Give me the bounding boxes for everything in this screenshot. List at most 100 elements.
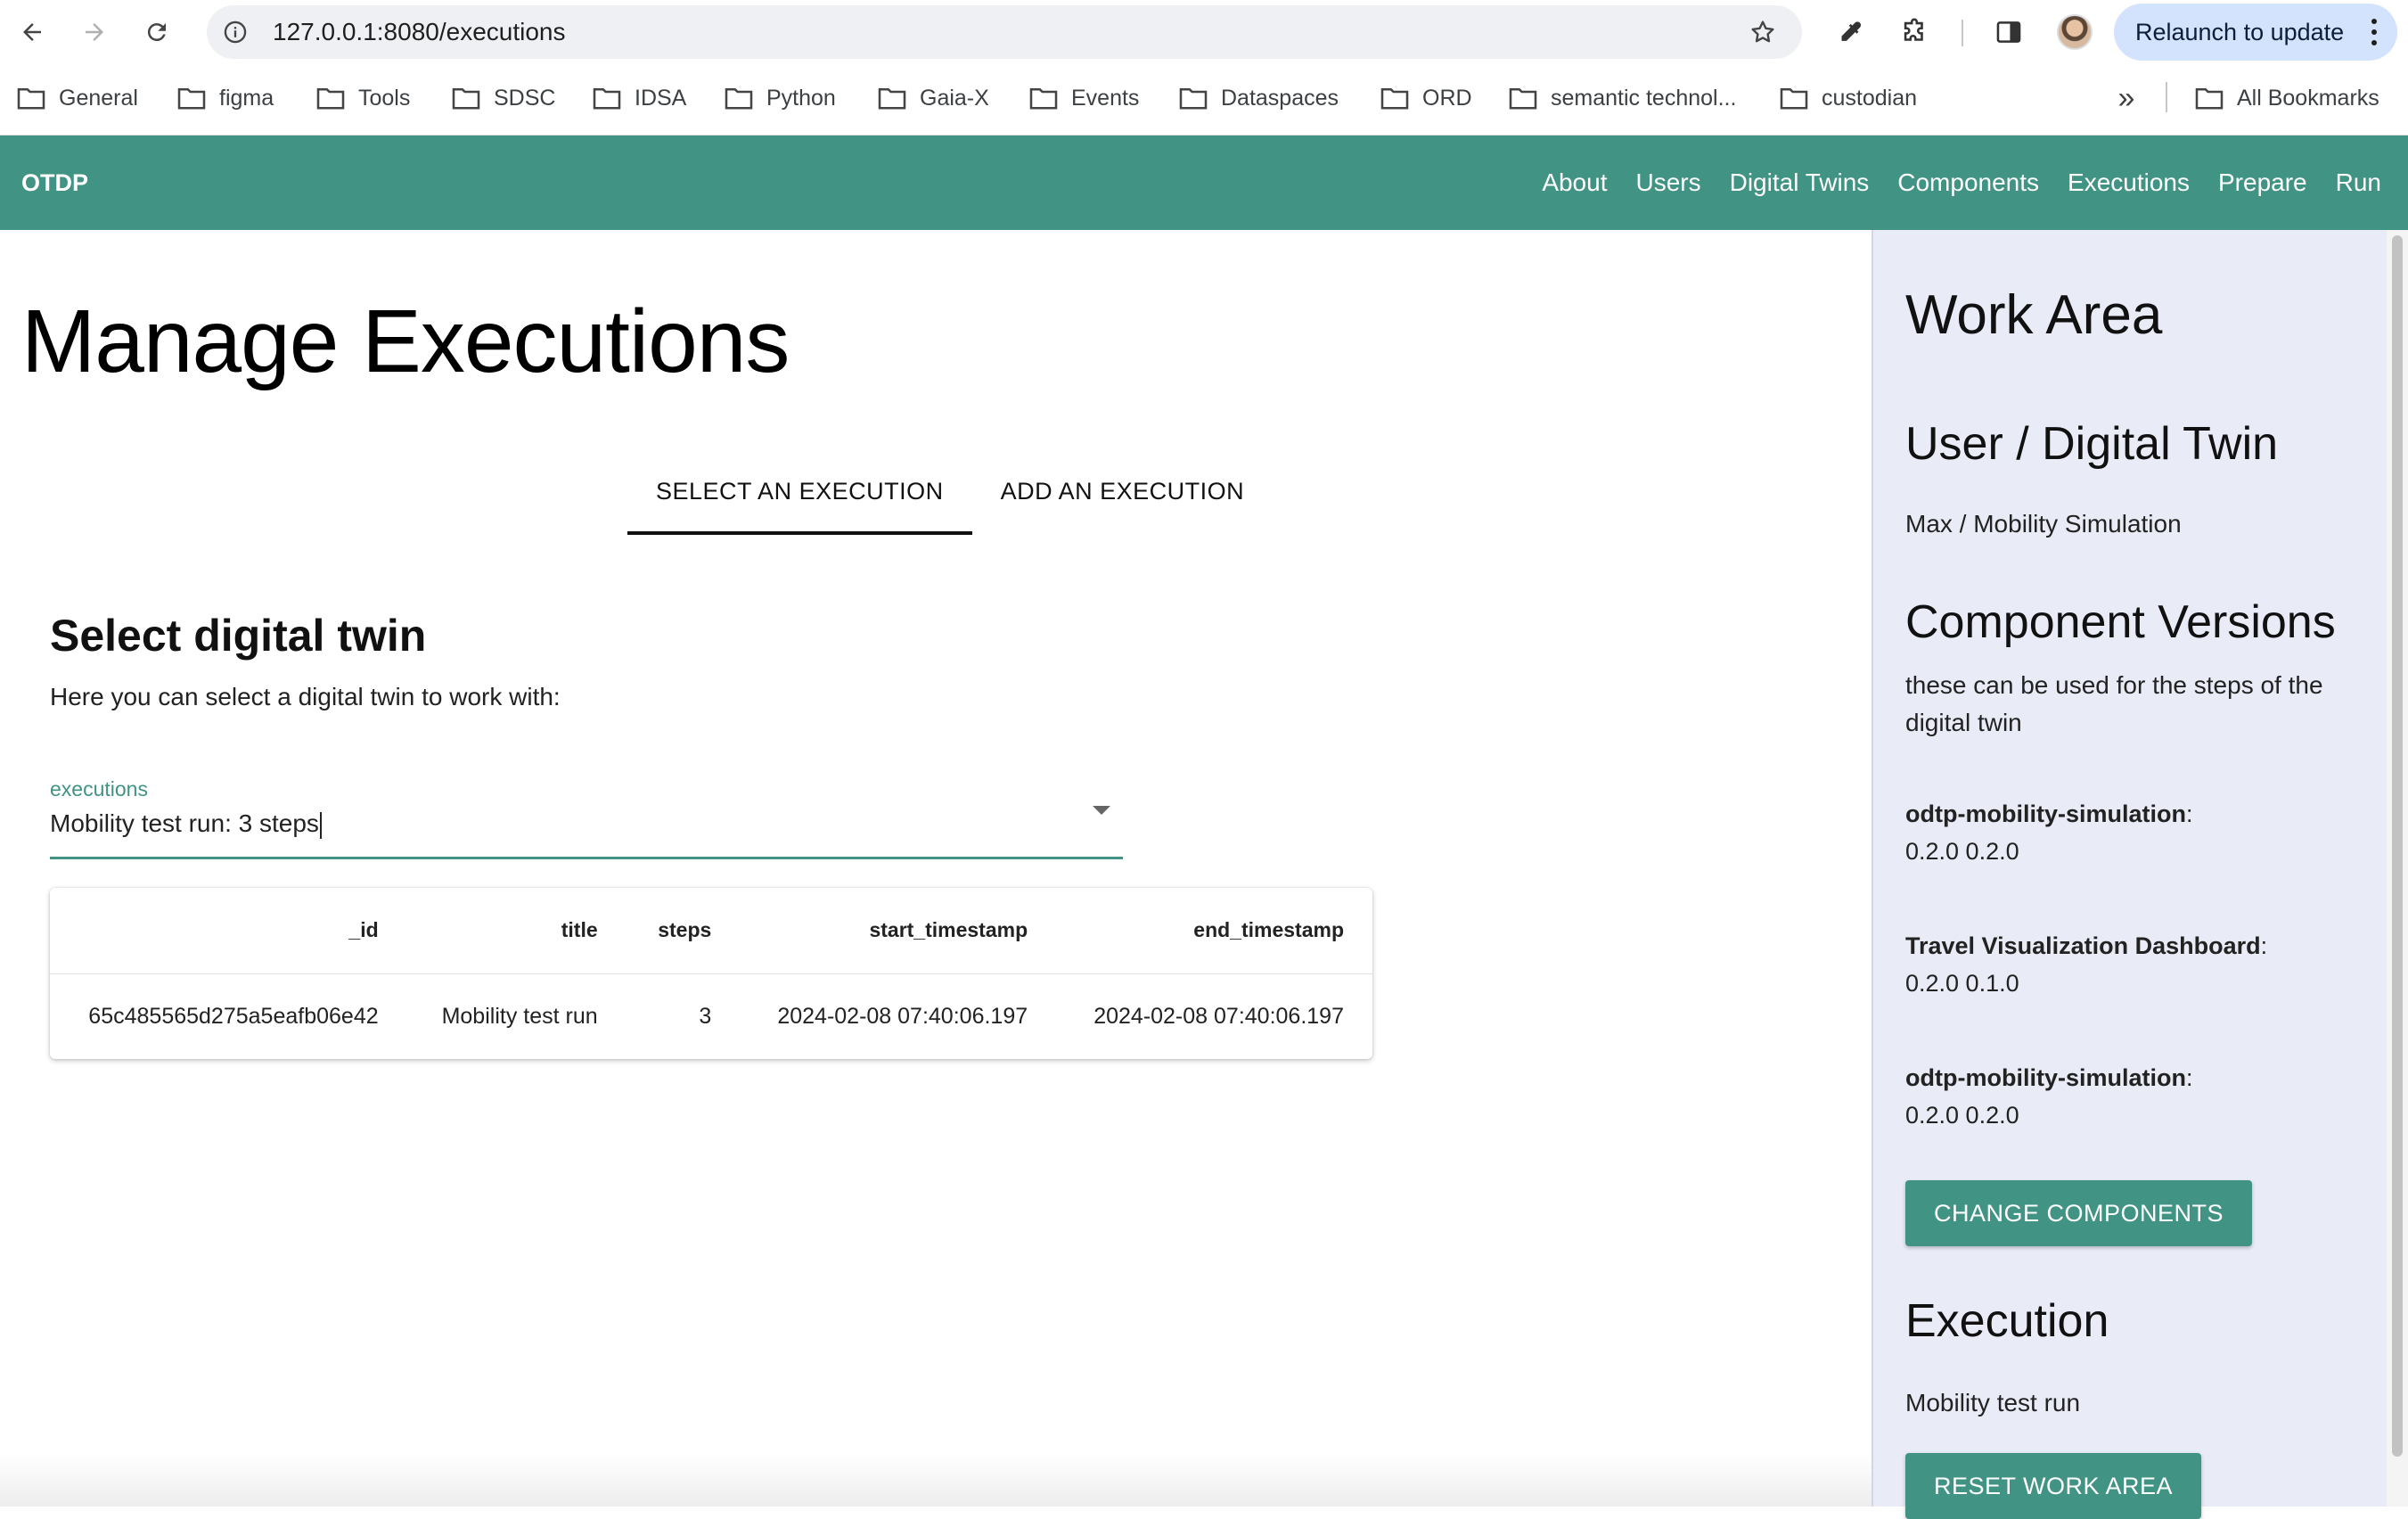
- bookmark-folder[interactable]: IDSA: [592, 64, 686, 132]
- side-panel-button[interactable]: [1991, 14, 2027, 50]
- folder-icon: [1780, 87, 1808, 110]
- address-bar[interactable]: 127.0.0.1:8080/executions: [207, 5, 1802, 59]
- side-panel-icon: [1996, 21, 2021, 43]
- change-components-button[interactable]: CHANGE COMPONENTS: [1905, 1180, 2253, 1246]
- nav-users[interactable]: Users: [1635, 168, 1700, 197]
- sidebar-scrollbar[interactable]: [2387, 230, 2408, 1507]
- component-version-item: odtp-mobility-simulation: 0.2.0 0.2.0: [1905, 1064, 2193, 1129]
- bookmark-folder[interactable]: Events: [1028, 64, 1139, 132]
- bookmark-label: Python: [766, 85, 836, 111]
- nav-run[interactable]: Run: [2336, 168, 2381, 197]
- nav-components[interactable]: Components: [1897, 168, 2039, 197]
- folder-icon: [316, 87, 345, 110]
- executions-select[interactable]: executions Mobility test run: 3 steps: [50, 765, 1123, 859]
- reset-work-area-button[interactable]: RESET WORK AREA: [1905, 1453, 2202, 1519]
- bookmark-label: Dataspaces: [1221, 85, 1339, 111]
- table-row[interactable]: 65c485565d275a5eafb06e42 Mobility test r…: [50, 973, 1372, 1059]
- folder-icon: [452, 87, 480, 110]
- folder-icon: [1179, 87, 1208, 110]
- component-versions: 0.2.0 0.2.0: [1905, 838, 2019, 865]
- user-twin-value: Max / Mobility Simulation: [1905, 510, 2182, 538]
- select-label: executions: [50, 777, 148, 801]
- component-versions-heading: Component Versions: [1905, 596, 2336, 648]
- nav-digital-twins[interactable]: Digital Twins: [1730, 168, 1870, 197]
- bookmark-folder[interactable]: General: [16, 64, 138, 132]
- user-twin-heading: User / Digital Twin: [1905, 418, 2279, 470]
- top-nav: About Users Digital Twins Components Exe…: [1513, 135, 2381, 230]
- bookmark-label: semantic technol...: [1551, 85, 1737, 111]
- brand-logo[interactable]: OTDP: [21, 135, 88, 230]
- nav-executions[interactable]: Executions: [2068, 168, 2190, 197]
- component-name: odtp-mobility-simulation: [1905, 801, 2186, 827]
- section-description: Here you can select a digital twin to wo…: [50, 683, 561, 710]
- more-bookmarks-chevron-icon[interactable]: »: [2109, 80, 2144, 116]
- main-content: Manage Executions SELECT AN EXECUTION AD…: [0, 230, 1872, 1507]
- bookmark-star-icon[interactable]: [1749, 18, 1777, 46]
- section-title: Select digital twin: [50, 611, 427, 661]
- bookmark-folder[interactable]: ORD: [1380, 64, 1472, 132]
- execution-tabs: SELECT AN EXECUTION ADD AN EXECUTION: [627, 453, 1274, 535]
- folder-icon: [593, 87, 621, 110]
- bookmark-folder[interactable]: custodian: [1779, 64, 1917, 132]
- table-header-row: _id title steps start_timestamp end_time…: [50, 888, 1372, 974]
- bookmark-folder[interactable]: semantic technol...: [1508, 64, 1736, 132]
- eyedropper-extension-button[interactable]: [1832, 14, 1868, 50]
- folder-icon: [17, 87, 45, 110]
- back-button[interactable]: [11, 11, 53, 53]
- column-header-steps[interactable]: steps: [626, 888, 741, 974]
- component-versions-description: these can be used for the steps of the d…: [1905, 671, 2323, 736]
- tab-select-execution[interactable]: SELECT AN EXECUTION: [627, 453, 972, 535]
- bookmark-label: Gaia-X: [920, 85, 989, 111]
- column-header-end-timestamp[interactable]: end_timestamp: [1056, 888, 1372, 974]
- sidebar-scrollbar-thumb[interactable]: [2392, 235, 2403, 1457]
- bookmark-label: General: [59, 85, 138, 111]
- bookmarks-bar: General figma Tools SDSC IDSA Python Gai…: [0, 64, 2408, 135]
- component-version-item: Travel Visualization Dashboard: 0.2.0 0.…: [1905, 932, 2268, 997]
- arrow-left-icon: [23, 23, 41, 41]
- site-info-icon[interactable]: [223, 20, 248, 45]
- bookmark-label: Events: [1071, 85, 1140, 111]
- profile-avatar[interactable]: [2057, 14, 2093, 50]
- bookmark-folder[interactable]: SDSC: [451, 64, 555, 132]
- bookmark-folder[interactable]: figma: [176, 64, 274, 132]
- browser-toolbar: 127.0.0.1:8080/executions Relaunch to up…: [0, 0, 2408, 64]
- toolbar-divider: [1962, 20, 1963, 46]
- bookmark-folder[interactable]: Dataspaces: [1178, 64, 1339, 132]
- reload-icon: [147, 23, 166, 42]
- forward-button[interactable]: [73, 11, 116, 53]
- relaunch-label: Relaunch to update: [2135, 18, 2345, 45]
- all-bookmarks-folder[interactable]: All Bookmarks: [2194, 64, 2379, 132]
- execution-heading: Execution: [1905, 1295, 2109, 1347]
- bookmark-label: All Bookmarks: [2237, 85, 2379, 111]
- bookmark-folder[interactable]: Tools: [315, 64, 410, 132]
- puzzle-icon: [1904, 18, 1923, 41]
- bookmark-folder[interactable]: Python: [724, 64, 836, 132]
- nav-prepare[interactable]: Prepare: [2218, 168, 2307, 197]
- text-caret: [319, 811, 322, 839]
- work-area-title: Work Area: [1905, 284, 2163, 346]
- bookmark-label: Tools: [358, 85, 411, 111]
- extensions-button[interactable]: [1896, 14, 1932, 50]
- folder-icon: [878, 87, 906, 110]
- column-header-start-timestamp[interactable]: start_timestamp: [740, 888, 1057, 974]
- cell-id: 65c485565d275a5eafb06e42: [88, 1003, 379, 1029]
- relaunch-button[interactable]: Relaunch to update: [2114, 4, 2397, 61]
- bookmark-folder[interactable]: Gaia-X: [877, 64, 989, 132]
- select-value[interactable]: Mobility test run: 3 steps: [50, 809, 322, 839]
- column-header-id[interactable]: _id: [50, 888, 407, 974]
- dropdown-arrow-icon[interactable]: [1093, 806, 1110, 815]
- eyedropper-icon: [1841, 21, 1862, 41]
- folder-icon: [1380, 87, 1409, 110]
- executions-table: _id title steps start_timestamp end_time…: [50, 888, 1372, 1059]
- cell-end-timestamp: 2024-02-08 07:40:06.197: [1093, 1003, 1344, 1029]
- bookmark-label: SDSC: [494, 85, 556, 111]
- nav-about[interactable]: About: [1542, 168, 1607, 197]
- kebab-menu-icon[interactable]: [2371, 19, 2378, 45]
- bookmark-label: custodian: [1822, 85, 1918, 111]
- bookmark-label: figma: [219, 85, 274, 111]
- tab-add-execution[interactable]: ADD AN EXECUTION: [972, 453, 1274, 530]
- column-header-title[interactable]: title: [406, 888, 627, 974]
- folder-icon: [1509, 87, 1537, 110]
- cell-steps: 3: [699, 1003, 712, 1029]
- reload-button[interactable]: [135, 11, 178, 53]
